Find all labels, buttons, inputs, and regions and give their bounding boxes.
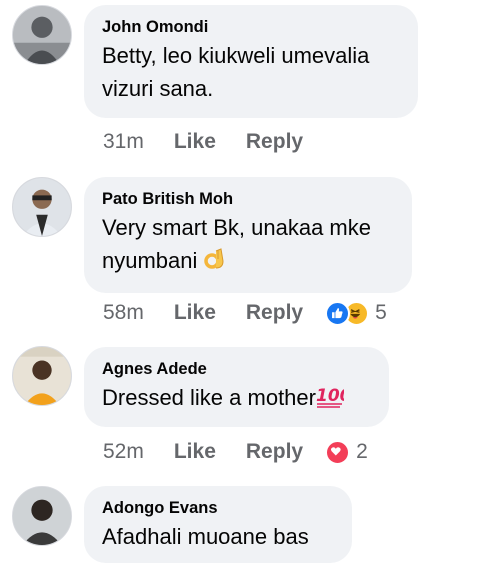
- like-button[interactable]: Like: [174, 130, 216, 154]
- ok-hand-icon: [203, 247, 226, 280]
- avatar[interactable]: [12, 177, 72, 237]
- avatar[interactable]: [12, 5, 72, 65]
- love-icon: [325, 439, 351, 465]
- reply-button[interactable]: Reply: [246, 301, 303, 325]
- comment-author[interactable]: Agnes Adede: [102, 359, 371, 379]
- like-button[interactable]: Like: [174, 301, 216, 325]
- like-button[interactable]: Like: [174, 440, 216, 464]
- comment-timestamp[interactable]: 52m: [103, 440, 144, 464]
- comment-text: Afadhali muoane bas: [102, 524, 309, 549]
- comment-text: Betty, leo kiukweli umevalia vizuri sana…: [102, 43, 370, 101]
- comment-bubble: Pato British Moh Very smart Bk, unakaa m…: [84, 177, 412, 293]
- comment-author[interactable]: Pato British Moh: [102, 189, 394, 209]
- reaction-count: 5: [375, 301, 387, 324]
- comment-text: Dressed like a mother100: [102, 381, 371, 417]
- comment-bubble: Adongo Evans Afadhali muoane bas: [84, 486, 352, 563]
- avatar[interactable]: [12, 346, 72, 406]
- comment-timestamp[interactable]: 58m: [103, 301, 144, 325]
- like-icon: [325, 300, 351, 326]
- reply-button[interactable]: Reply: [246, 130, 303, 154]
- comment-author[interactable]: Adongo Evans: [102, 498, 334, 518]
- comment-meta: 58m Like Reply 5: [103, 298, 387, 328]
- reaction-summary[interactable]: 5: [325, 300, 387, 326]
- reaction-summary[interactable]: 2: [325, 439, 368, 465]
- comment-meta: 31m Like Reply: [103, 127, 333, 157]
- svg-text:100: 100: [316, 386, 344, 406]
- comment-bubble: John Omondi Betty, leo kiukweli umevalia…: [84, 5, 418, 118]
- avatar[interactable]: [12, 486, 72, 546]
- comment-text: Very smart Bk, unakaa mke nyumbani: [102, 211, 394, 280]
- hundred-points-icon: 100: [316, 384, 352, 417]
- reaction-count: 2: [356, 440, 368, 463]
- comment-bubble: Agnes Adede Dressed like a mother100: [84, 347, 389, 427]
- comment-author[interactable]: John Omondi: [102, 17, 400, 37]
- comment-meta: 52m Like Reply 2: [103, 437, 368, 467]
- comment-timestamp[interactable]: 31m: [103, 130, 144, 154]
- reply-button[interactable]: Reply: [246, 440, 303, 464]
- comments-thread: John Omondi Betty, leo kiukweli umevalia…: [0, 0, 480, 567]
